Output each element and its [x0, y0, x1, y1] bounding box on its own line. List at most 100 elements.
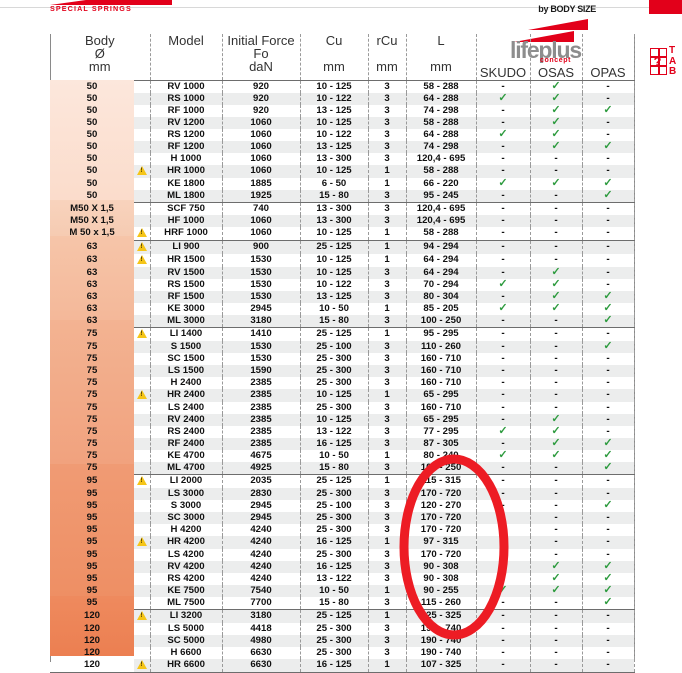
table-row[interactable]: 95 S 3000 2945 25 - 100 3 120 - 270 - - ✓ — [50, 499, 635, 512]
table-row[interactable]: 95 LI 2000203525 - 1251115 - 315 - - - — [50, 474, 635, 488]
table-row[interactable]: 95 H 4200 4240 25 - 300 3 170 - 720 - - - — [50, 523, 635, 536]
table-row[interactable]: M 50 x 1,5 HRF 1000106010 - 125158 - 288 -… — [50, 226, 635, 241]
cell-model: RV 1000 — [150, 80, 223, 93]
table-row[interactable]: 95 LS 4200 4240 25 - 300 3 170 - 720 - - - — [50, 548, 635, 561]
table-row[interactable]: 120 H 6600 6630 25 - 300 3 190 - 740 - - - — [50, 646, 635, 659]
cell-warning — [134, 214, 151, 227]
table-row[interactable]: 50 RF 1200 1060 13 - 125 3 74 - 298 - ✓ ✓ — [50, 140, 635, 153]
table-row[interactable]: 120 LS 5000 4418 25 - 300 3 190 - 740 - - - — [50, 622, 635, 635]
table-row[interactable]: 75 LI 1400141025 - 125195 - 295 - - - — [50, 327, 635, 341]
table-row[interactable]: M50 X 1,5 SCF 750 740 13 - 300 3 120,4 - 695 -… — [50, 202, 635, 215]
cell-warning — [134, 314, 151, 328]
cell-opas: - — [582, 352, 635, 365]
cell-osas: - — [530, 240, 583, 254]
cell-model: HR 1500 — [150, 253, 223, 267]
cell-opas: ✓ — [582, 499, 635, 512]
table-row[interactable]: 95 RV 4200 4240 16 - 125 3 90 - 308 - ✓ ✓ — [50, 560, 635, 573]
dash-mark: - — [606, 389, 610, 400]
cell-warning — [134, 474, 151, 488]
dash-mark: - — [606, 165, 610, 176]
table-row[interactable]: 75 LS 1500 1590 25 - 300 3 160 - 710 - - - — [50, 364, 635, 377]
table-row[interactable]: 50 RF 1000 920 13 - 125 3 74 - 298 - ✓ ✓ — [50, 104, 635, 117]
cell-warning — [134, 461, 151, 475]
table-row[interactable]: 63 RF 1500 1530 13 - 125 3 80 - 304 - ✓ ✓ — [50, 289, 635, 303]
table-row[interactable]: 75 S 1500 1530 25 - 100 3 110 - 260 - - ✓ — [50, 340, 635, 353]
table-row[interactable]: 63 RS 1500 1530 10 - 122 3 70 - 294 ✓ ✓ - — [50, 278, 635, 291]
table-row[interactable]: 75 HR 2400238510 - 125165 - 295 - - - — [50, 388, 635, 402]
table-row[interactable]: 95 SC 3000 2945 25 - 300 3 170 - 720 - - - — [50, 511, 635, 524]
table-row[interactable]: 75 KE 4700 4675 10 - 50 1 80 - 240 ✓ ✓ ✓ — [50, 449, 635, 462]
table-row[interactable]: 63 ML 3000 3180 15 - 80 3 100 - 250 - - ✓ — [50, 314, 635, 328]
cell-rcu: 3 — [368, 523, 407, 536]
dash-mark: - — [501, 413, 505, 425]
dash-mark: - — [501, 328, 505, 339]
table-row[interactable]: 75 RS 2400 2385 13 - 122 3 77 - 295 ✓ ✓ - — [50, 425, 635, 438]
cell-initial-force: 1530 — [222, 290, 301, 303]
cell-rcu: 3 — [368, 314, 407, 328]
table-row[interactable]: 50 RV 1000 920 10 - 125 3 58 - 288 - ✓ - — [50, 80, 635, 93]
table-row[interactable]: 50 KE 1800 1885 6 - 50 1 66 - 220 ✓ ✓ ✓ — [50, 176, 635, 190]
cell-osas: - — [530, 202, 583, 215]
table-row[interactable]: 75 H 2400 2385 25 - 300 3 160 - 710 - - - — [50, 376, 635, 389]
table-row[interactable]: 95 RS 4200 4240 13 - 122 3 90 - 308 ✓ ✓ ✓ — [50, 572, 635, 585]
table-row[interactable]: 95 LS 3000 2830 25 - 300 3 170 - 720 - - - — [50, 487, 635, 500]
cell-initial-force: 1530 — [222, 266, 301, 279]
table-row[interactable]: 120 SC 5000 4980 25 - 300 3 190 - 740 - - - — [50, 634, 635, 647]
cell-initial-force: 2385 — [222, 437, 301, 450]
cell-cu: 16 - 125 — [300, 658, 369, 673]
table-row[interactable]: M50 X 1,5 HF 1000 1060 13 - 300 3 120,4 - 695… — [50, 214, 635, 227]
table-row[interactable]: 75 LS 2400 2385 25 - 300 3 160 - 710 - - - — [50, 401, 635, 414]
table-row[interactable]: 95 ML 7500 7700 15 - 80 3 115 - 260 - - ✓ — [50, 596, 635, 610]
cell-cu: 10 - 122 — [300, 128, 369, 141]
cell-l: 110 - 260 — [406, 340, 477, 353]
cell-l: 66 - 220 — [406, 177, 477, 190]
check-icon: ✓ — [498, 176, 508, 189]
table-row[interactable]: 63 RV 1500 1530 10 - 125 3 64 - 294 - ✓ - — [50, 266, 635, 279]
table-row[interactable]: 50 RV 1200 1060 10 - 125 3 58 - 288 - ✓ - — [50, 116, 635, 129]
table-row[interactable]: 63 LI 90090025 - 125194 - 294 - - - — [50, 240, 635, 254]
cell-warning — [134, 413, 151, 426]
table-row[interactable]: 75 ML 4700 4925 15 - 80 3 100 - 250 - - ✓ — [50, 461, 635, 475]
dash-mark: - — [501, 364, 505, 376]
tab-marker[interactable]: ? TAB — [650, 45, 680, 80]
table-row[interactable]: 120 HR 6600663016 - 1251107 - 325 - - - — [50, 658, 635, 673]
cell-opas: - — [582, 658, 635, 673]
cell-cu: 10 - 50 — [300, 449, 369, 462]
check-icon: ✓ — [551, 583, 561, 596]
dash-mark: - — [554, 364, 558, 376]
cell-body-diameter: 120 — [83, 622, 100, 634]
table-row[interactable]: 50 HR 1000106010 - 125158 - 288 - - - — [50, 164, 635, 178]
cell-osas: - — [530, 214, 583, 227]
table-row[interactable]: 120 LI 3200318025 - 1251125 - 325 - - - — [50, 609, 635, 623]
table-row[interactable]: 75 SC 1500 1530 25 - 300 3 160 - 710 - - - — [50, 352, 635, 365]
table-row[interactable]: 63 HR 1500153010 - 125164 - 294 - - - — [50, 253, 635, 267]
table-row[interactable]: 50 ML 1800 1925 15 - 80 3 95 - 245 - - ✓ — [50, 189, 635, 203]
table-row[interactable]: 95 KE 7500 7540 10 - 50 1 90 - 255 ✓ ✓ ✓ — [50, 583, 635, 597]
cell-osas: ✓ — [530, 302, 583, 315]
check-icon: ✓ — [498, 583, 508, 596]
check-icon: ✓ — [551, 289, 561, 302]
table-row[interactable]: 50 H 1000 1060 13 - 300 3 120,4 - 695 - - - — [50, 152, 635, 165]
dash-mark: - — [554, 523, 558, 535]
cell-l: 65 - 295 — [406, 413, 477, 426]
cell-l: 58 - 288 — [406, 164, 477, 178]
cell-body-diameter: 50 — [86, 80, 98, 92]
cell-cu: 13 - 300 — [300, 152, 369, 165]
cell-l: 97 - 315 — [406, 535, 477, 549]
cell-warning — [134, 560, 151, 573]
cell-opas: - — [582, 266, 635, 279]
cell-l: 115 - 260 — [406, 596, 477, 610]
cell-skudo: - — [476, 104, 531, 117]
table-row[interactable]: 50 RS 1200 1060 10 - 122 3 64 - 288 ✓ ✓ - — [50, 128, 635, 141]
dash-mark: - — [606, 128, 610, 140]
table-row[interactable]: 95 HR 4200424016 - 125197 - 315 - - - — [50, 535, 635, 549]
table-row[interactable]: 63 KE 3000 2945 10 - 50 1 85 - 205 ✓ ✓ ✓ — [50, 302, 635, 315]
table-row[interactable]: 75 RF 2400 2385 16 - 125 3 87 - 305 - ✓ ✓ — [50, 437, 635, 450]
table-row[interactable]: 75 RV 2400 2385 10 - 125 3 65 - 295 - ✓ - — [50, 413, 635, 426]
dash-mark: - — [501, 214, 505, 226]
cell-cu: 13 - 122 — [300, 572, 369, 585]
cell-skudo: - — [476, 352, 531, 365]
cell-model: KE 1800 — [150, 177, 223, 190]
dash-mark: - — [501, 290, 505, 302]
table-row[interactable]: 50 RS 1000 920 10 - 122 3 64 - 288 ✓ ✓ - — [50, 92, 635, 105]
